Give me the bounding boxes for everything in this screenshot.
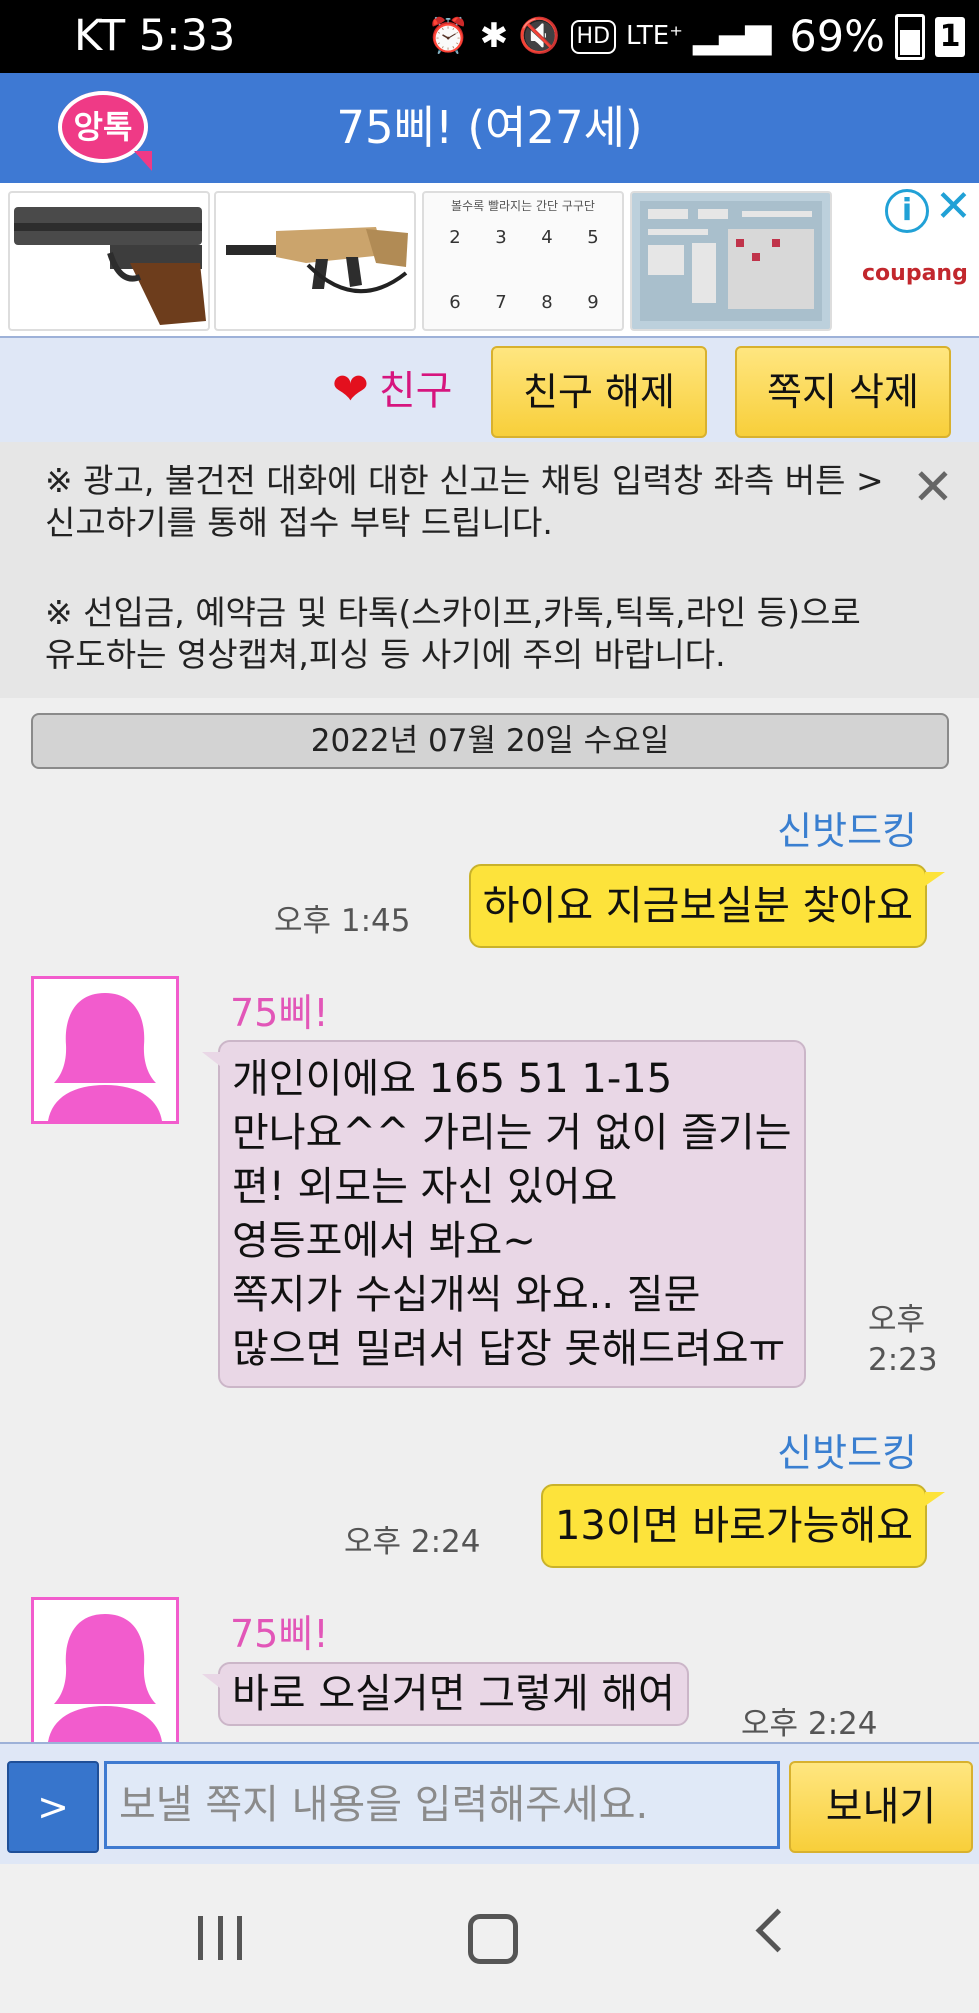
- chart-number: 2: [449, 227, 461, 248]
- chart-number: 3: [495, 227, 507, 248]
- battery-percent: 69%: [789, 11, 885, 62]
- alarm-icon: ⏰: [427, 16, 470, 56]
- message-input[interactable]: [104, 1761, 780, 1849]
- delete-messages-button[interactable]: 쪽지 삭제: [735, 346, 951, 438]
- message-line: 개인이에요 165 51 1-15: [232, 1056, 673, 1102]
- hd-voice-icon: HD: [570, 19, 617, 54]
- message-time-clock: 2:23: [868, 1342, 938, 1378]
- friend-action-bar: ❤ 친구 친구 해제 쪽지 삭제: [0, 336, 979, 444]
- chart-number: 4: [541, 227, 553, 248]
- ad-info-icon[interactable]: i: [885, 189, 929, 233]
- bluetooth-icon: ✱: [479, 16, 509, 56]
- mute-icon: 🔇: [518, 16, 561, 56]
- carrier-time: KT 5:33: [74, 11, 236, 61]
- chat-partner-title: 75삐! (여27세): [336, 101, 643, 154]
- chart-number: 6: [449, 292, 461, 313]
- ad-brand-logo: coupang: [862, 261, 968, 286]
- partner-avatar[interactable]: [31, 976, 179, 1124]
- send-button[interactable]: 보내기: [789, 1761, 973, 1853]
- message-line: 편! 외모는 자신 있어요: [232, 1164, 618, 1210]
- my-message-bubble[interactable]: 13이면 바로가능해요: [540, 1484, 946, 1568]
- date-divider: 2022년 07월 20일 수요일: [31, 713, 949, 769]
- message-time: 오후 2:23: [868, 1300, 938, 1380]
- partner-message-bubble[interactable]: 개인이에요 165 51 1-15 만나요^^ 가리는 거 없이 즐기는 편! …: [202, 1040, 806, 1388]
- status-bar: KT 5:33 ⏰ ✱ 🔇 HD LTE⁺ ▂▄▆ 69% 1: [0, 0, 979, 73]
- chart-heading: 볼수록 빨라지는 간단 구구단: [451, 199, 595, 213]
- sim-indicator: 1: [935, 16, 965, 57]
- warning-notice: ※ 광고, 불건전 대화에 대한 신고는 채팅 입력창 좌측 버튼 > 신고하기…: [0, 442, 979, 698]
- back-icon[interactable]: [755, 1908, 800, 1953]
- message-time: 오후 2:24: [741, 1706, 878, 1742]
- my-sender-name: 신밧드킹: [777, 809, 917, 853]
- message-line: 많으면 밀려서 답장 못해드려요ㅠ: [232, 1326, 786, 1372]
- message-input-bar: > 보내기: [0, 1742, 979, 1866]
- ad-banner[interactable]: 볼수록 빨라지는 간단 구구단 2 3 4 5 6 7 8 9 i ✕ coup…: [0, 183, 979, 336]
- notice-report-text: ※ 광고, 불건전 대화에 대한 신고는 채팅 입력창 좌측 버튼 > 신고하기…: [45, 461, 884, 542]
- chart-number: 8: [541, 292, 553, 313]
- message-line: 만나요^^ 가리는 거 없이 즐기는: [232, 1110, 792, 1156]
- signal-icon: ▂▄▆: [692, 16, 772, 56]
- message-time: 오후 1:45: [274, 903, 411, 939]
- my-message-bubble[interactable]: 하이요 지금보실분 찾아요: [468, 864, 946, 948]
- friend-status: ❤ 친구: [332, 338, 452, 443]
- chart-number: 7: [495, 292, 507, 313]
- chart-number: 9: [587, 292, 599, 313]
- rifle-product-image[interactable]: [214, 191, 416, 331]
- message-line: 영등포에서 봐요~: [232, 1218, 536, 1264]
- home-icon[interactable]: [468, 1914, 518, 1964]
- app-header: 앙톡 75삐! (여27세): [0, 73, 979, 183]
- status-indicators: ⏰ ✱ 🔇 HD LTE⁺ ▂▄▆ 69% 1: [427, 10, 965, 63]
- partner-message-bubble[interactable]: 바로 오실거면 그렇게 해여: [202, 1662, 689, 1726]
- partner-avatar[interactable]: [31, 1597, 179, 1742]
- message-line: 쪽지가 수십개씩 와요.. 질문: [232, 1272, 701, 1318]
- pistol-product-image[interactable]: [8, 191, 210, 331]
- my-sender-name: 신밧드킹: [777, 1431, 917, 1475]
- partner-sender-name: 75삐!: [230, 991, 329, 1035]
- heart-icon: ❤: [332, 364, 369, 415]
- recent-apps-icon[interactable]: [198, 1916, 242, 1960]
- decal-sheet-product-image[interactable]: [630, 191, 832, 331]
- close-notice-icon[interactable]: ✕: [912, 462, 954, 512]
- chart-number: 5: [587, 227, 599, 248]
- ad-close-icon[interactable]: ✕: [935, 185, 972, 229]
- message-time: 오후 2:24: [344, 1524, 481, 1560]
- unfriend-button[interactable]: 친구 해제: [491, 346, 707, 438]
- message-time-period: 오후: [868, 1302, 926, 1338]
- system-nav-bar: [0, 1864, 979, 2013]
- notice-fraud-text: ※ 선입금, 예약금 및 타톡(스카이프,카톡,틱톡,라인 등)으로 유도하는 …: [45, 593, 861, 674]
- battery-icon: [895, 13, 925, 60]
- multiplication-chart-product-image[interactable]: 볼수록 빨라지는 간단 구구단 2 3 4 5 6 7 8 9: [422, 191, 624, 331]
- partner-sender-name: 75삐!: [230, 1612, 329, 1656]
- friend-label: 친구: [378, 368, 453, 414]
- report-menu-button[interactable]: >: [7, 1761, 99, 1853]
- lte-plus-icon: LTE⁺: [626, 21, 683, 51]
